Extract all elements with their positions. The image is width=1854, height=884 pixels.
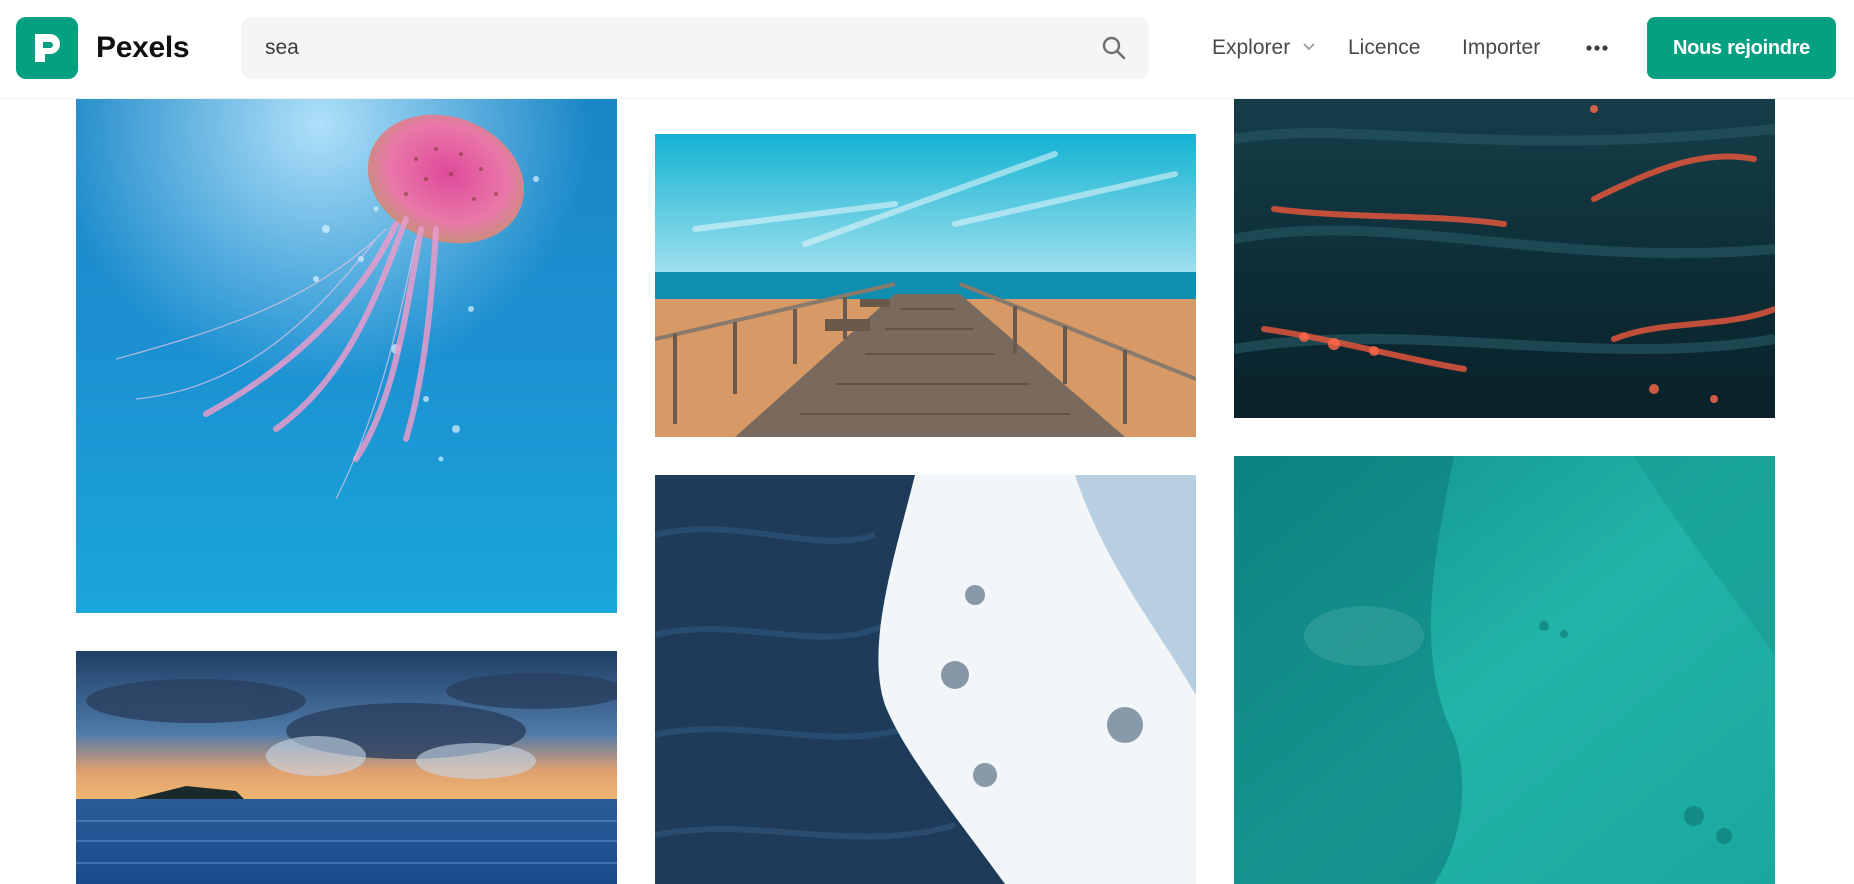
photo-turquoise-sea[interactable] [1234, 456, 1775, 884]
photo-sunset[interactable] [76, 651, 617, 884]
join-button[interactable]: Nous rejoindre [1647, 17, 1836, 79]
pexels-logo-icon[interactable] [16, 17, 78, 79]
photo-jellyfish[interactable] [76, 99, 617, 613]
photo-boardwalk[interactable] [655, 134, 1196, 437]
photo-dark-waves[interactable] [1234, 99, 1775, 418]
nav-license[interactable]: Licence [1348, 34, 1420, 62]
photo-crashing-wave[interactable] [655, 475, 1196, 884]
more-dots-icon[interactable] [1582, 34, 1612, 62]
nav-upload[interactable]: Importer [1462, 34, 1540, 62]
search-input[interactable] [265, 17, 1085, 79]
search-bar [241, 17, 1149, 79]
top-nav-bar: Pexels Explorer Licence Importer Nous re… [0, 0, 1854, 99]
search-icon[interactable] [1097, 31, 1131, 65]
chevron-down-icon [1303, 43, 1315, 51]
brand-name[interactable]: Pexels [96, 30, 190, 66]
nav-explore[interactable]: Explorer [1212, 34, 1290, 62]
